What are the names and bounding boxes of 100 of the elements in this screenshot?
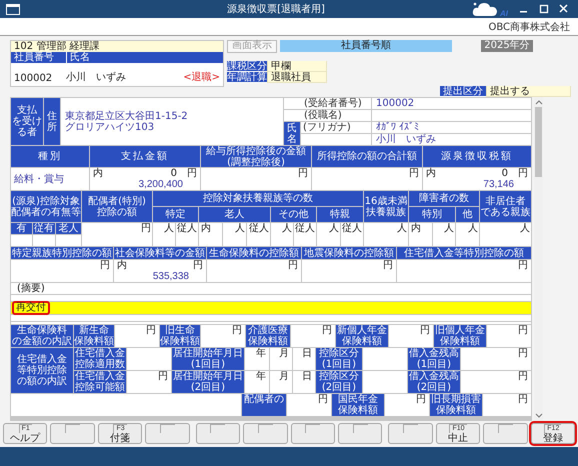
table-cell: 従人 xyxy=(341,223,363,246)
column-header: 特親 xyxy=(317,207,363,222)
column-header: 控除対象扶養親族等の数 xyxy=(153,191,363,206)
table-cell: 従人 xyxy=(294,223,316,246)
unit-label: 円 xyxy=(288,260,298,271)
table-cell: 円 xyxy=(287,394,331,416)
unit-label: 円 xyxy=(193,260,203,271)
field-label: 新個人年金 保険料額 xyxy=(336,325,388,347)
column-header: 種別 xyxy=(11,146,89,167)
function-key[interactable] xyxy=(243,423,288,444)
unit-label: 円 xyxy=(100,260,110,271)
table-cell: 日 xyxy=(293,348,315,370)
column-header: 配偶者(特別) 控除の額 xyxy=(82,191,152,222)
column-header: 16歳未満 扶養親族 xyxy=(364,191,408,222)
table-cell: 円 xyxy=(385,394,429,416)
sort-order-bar: 社員番号順 xyxy=(280,40,452,52)
unit-label: 円 xyxy=(518,260,528,271)
prefix-label: 内 xyxy=(426,168,436,179)
amount-value: 73,146 xyxy=(482,179,515,190)
table-cell xyxy=(11,235,32,246)
field-value: 100002 xyxy=(372,98,531,109)
column-header: 給与所得控除後の金額 (調整控除後) xyxy=(201,146,311,167)
table-cell: 内 xyxy=(409,223,432,246)
column-header: 特別 xyxy=(409,207,455,222)
table-cell: 円 xyxy=(389,325,433,347)
column-header: 従有 xyxy=(33,223,55,234)
scrollbar[interactable] xyxy=(534,97,543,421)
table-cell: 人 xyxy=(223,223,246,246)
row-header: 生命保険料 の金額の内訳 xyxy=(11,325,73,347)
field-value: 甲欄 xyxy=(267,61,327,72)
field-label: 控除区分 (2回目) xyxy=(316,371,362,393)
field-label: 課税区分 xyxy=(227,61,267,72)
function-key[interactable] xyxy=(483,423,528,444)
table-cell: 円 xyxy=(461,348,531,370)
field-value: ｵｶﾞﾜ ｲｽﾞﾐ xyxy=(372,122,531,133)
unit-label: 円 xyxy=(518,168,528,179)
field-label: 借入金残高 (1回目) xyxy=(408,348,460,370)
column-header: 住宅借入金等特別控除の額 xyxy=(397,247,531,259)
table-cell xyxy=(363,371,407,393)
column-header: 特定親族特別控除の額 xyxy=(11,247,113,259)
table-cell: 円 xyxy=(127,371,171,393)
year-label: 2025年分 xyxy=(481,40,533,52)
amount-value: 0 xyxy=(502,168,508,179)
unit-label: 円 xyxy=(383,260,393,271)
field-value: 退職社員 xyxy=(267,72,327,83)
row-header: 住宅借入金 等特別控除 の額の内訳 xyxy=(11,348,73,393)
table-cell: 月 xyxy=(270,371,292,393)
function-key[interactable] xyxy=(196,423,240,444)
window-icon xyxy=(6,4,20,14)
row-header: 氏名 xyxy=(284,122,300,145)
column-header: 老人 xyxy=(199,207,270,222)
table-cell: 人 xyxy=(456,223,479,246)
employee-number: 100002 xyxy=(14,73,54,84)
table-cell: 日 xyxy=(293,371,315,393)
field-label: 旧長期損害 保険料額 xyxy=(430,394,482,416)
function-key[interactable] xyxy=(145,423,190,444)
address-text: 東京都足立区大谷田1-15-2 グロリアハイツ103 xyxy=(61,98,283,145)
window-title: 源泉徴収票[退職者用] xyxy=(226,2,326,16)
employee-name: 小川 いずみ xyxy=(66,70,127,84)
department-label: 102 管理部 経理課 xyxy=(11,41,223,52)
table-cell: 年 xyxy=(245,371,269,393)
unit-label: 円 xyxy=(409,168,419,179)
column-header: 生命保険料の控除額 xyxy=(207,247,301,259)
column-header: 特定 xyxy=(153,207,198,222)
cloud-icon xyxy=(472,1,498,17)
table-cell: 円 xyxy=(82,223,152,246)
company-name: OBC商事株式会社 xyxy=(488,20,570,34)
unit-label: 円 xyxy=(298,168,308,179)
row-header: 住所 xyxy=(44,98,60,145)
table-cell: 円 xyxy=(487,325,531,347)
table-cell: 円 xyxy=(461,371,531,393)
scroll-thumb[interactable] xyxy=(535,107,542,177)
table-cell: 人 xyxy=(364,223,408,246)
table-cell: 従人 xyxy=(176,223,198,246)
column-header: その他 xyxy=(271,207,316,222)
field-label: 居住開始年月日 (1回目) xyxy=(172,348,244,370)
field-label: (役職名) xyxy=(284,110,371,121)
field-label: 居住開始年月日 (2回目) xyxy=(172,371,244,393)
prefix-label: 内 xyxy=(117,260,127,271)
column-header: 所得控除の額の合計額 xyxy=(312,146,422,167)
function-key[interactable] xyxy=(338,423,382,444)
table-cell: 円 xyxy=(483,394,531,416)
field-label: 提出区分 xyxy=(440,86,486,97)
table-cell: 円 xyxy=(291,325,335,347)
function-key[interactable] xyxy=(50,423,95,444)
function-key[interactable] xyxy=(290,423,335,444)
table-cell: 円 xyxy=(201,325,245,347)
table-cell xyxy=(56,235,81,246)
field-label: 住宅借入金 控除可能額 xyxy=(74,371,126,393)
column-header: 地震保険料の控除額 xyxy=(302,247,396,259)
amount-value: 535,338 xyxy=(152,271,190,282)
function-key[interactable] xyxy=(388,423,433,444)
field-label: 旧生命 保険料額 xyxy=(160,325,200,347)
table-cell xyxy=(33,235,55,246)
field-label: 住宅借入金 控除適用数 xyxy=(74,348,126,370)
column-header: (源泉)控除対象配偶者の有無等 xyxy=(11,191,81,222)
column-header: 他 xyxy=(456,207,479,222)
table-cell: 人 xyxy=(271,223,293,246)
field-label: 介護医療 保険料額 xyxy=(246,325,290,347)
table-cell xyxy=(363,348,407,370)
